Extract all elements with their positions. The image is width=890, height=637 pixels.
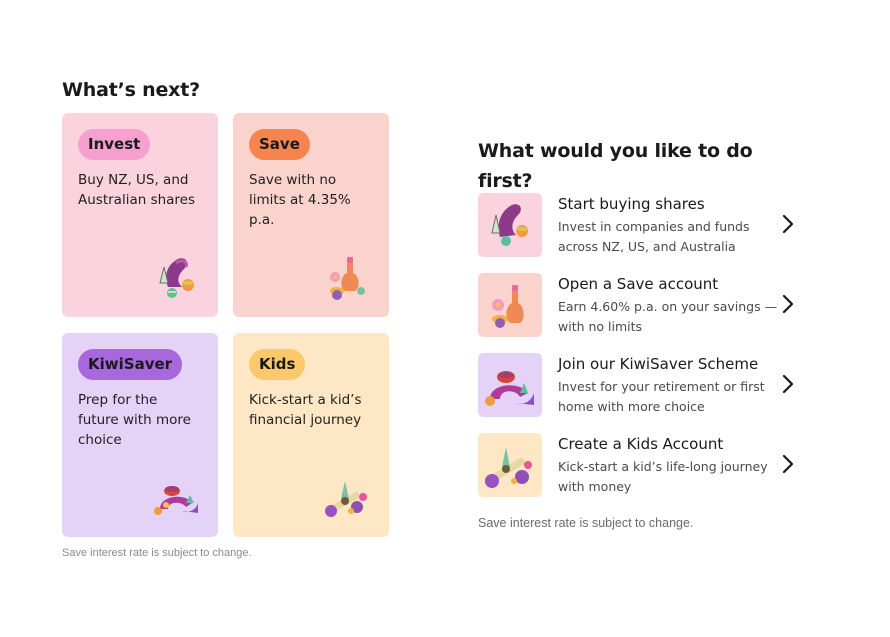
save-card-text: Save with no limits at 4.35% p.a. xyxy=(249,172,351,228)
chevron-right-icon[interactable] xyxy=(780,373,796,395)
item-subtitle: Invest in companies and funds across NZ,… xyxy=(558,219,750,254)
open-save-account-item[interactable]: Open a Save account Earn 4.60% p.a. on y… xyxy=(478,273,798,337)
first-action-heading: What would you like to do first? xyxy=(478,140,753,192)
item-title: Create a Kids Account xyxy=(558,435,724,453)
kids-thumbnail xyxy=(478,433,542,497)
invest-card[interactable]: Invest Buy NZ, US, and Australian shares xyxy=(62,113,218,317)
kiwisaver-thumbnail xyxy=(478,353,542,417)
kiwisaver-card-text: Prep for the future with more choice xyxy=(78,392,191,448)
item-subtitle: Invest for your retirement or first home… xyxy=(558,379,765,414)
interest-rate-note: Save interest rate is subject to change. xyxy=(62,547,252,559)
kids-shapes-icon xyxy=(485,447,532,488)
first-action-section: What would you like to do first? Start b… xyxy=(478,136,808,530)
kids-card-text: Kick-start a kid’s financial journey xyxy=(249,392,362,428)
product-card-grid: Invest Buy NZ, US, and Australian shares… xyxy=(62,113,390,537)
kids-tag: Kids xyxy=(249,349,306,380)
kids-shapes-icon xyxy=(325,481,367,517)
kids-card[interactable]: Kids Kick-start a kid’s financial journe… xyxy=(233,333,389,537)
save-shapes-icon xyxy=(492,285,524,328)
item-subtitle: Kick-start a kid’s life-long journey wit… xyxy=(558,459,768,494)
item-title: Start buying shares xyxy=(558,195,705,213)
invest-shapes-icon xyxy=(491,204,528,246)
invest-card-text: Buy NZ, US, and Australian shares xyxy=(78,172,196,208)
save-card[interactable]: Save Save with no limits at 4.35% p.a. xyxy=(233,113,389,317)
kiwisaver-tag: KiwiSaver xyxy=(78,349,183,380)
whats-next-section: What’s next? Invest Buy NZ, US, and Aust… xyxy=(62,76,392,559)
chevron-right-icon[interactable] xyxy=(780,453,796,475)
item-subtitle: Earn 4.60% p.a. on your savings —with no… xyxy=(558,299,778,334)
item-title: Join our KiwiSaver Scheme xyxy=(558,355,759,373)
save-shapes-icon xyxy=(330,257,365,300)
join-kiwisaver-item[interactable]: Join our KiwiSaver Scheme Invest for you… xyxy=(478,353,798,417)
invest-thumbnail xyxy=(478,193,542,257)
item-title: Open a Save account xyxy=(558,275,719,293)
kiwisaver-shapes-icon xyxy=(154,486,198,515)
start-buying-shares-item[interactable]: Start buying shares Invest in companies … xyxy=(478,193,798,257)
kiwisaver-card[interactable]: KiwiSaver Prep for the future with more … xyxy=(62,333,218,537)
page: What’s next? Invest Buy NZ, US, and Aust… xyxy=(0,0,890,637)
save-thumbnail xyxy=(478,273,542,337)
interest-rate-note: Save interest rate is subject to change. xyxy=(478,516,694,530)
chevron-right-icon[interactable] xyxy=(780,293,796,315)
chevron-right-icon[interactable] xyxy=(780,213,796,235)
whats-next-heading: What’s next? xyxy=(62,79,200,101)
invest-shapes-icon xyxy=(159,258,194,298)
create-kids-account-item[interactable]: Create a Kids Account Kick-start a kid’s… xyxy=(478,433,798,497)
save-tag: Save xyxy=(249,129,310,160)
kiwisaver-shapes-icon xyxy=(485,371,534,406)
invest-tag: Invest xyxy=(78,129,151,160)
